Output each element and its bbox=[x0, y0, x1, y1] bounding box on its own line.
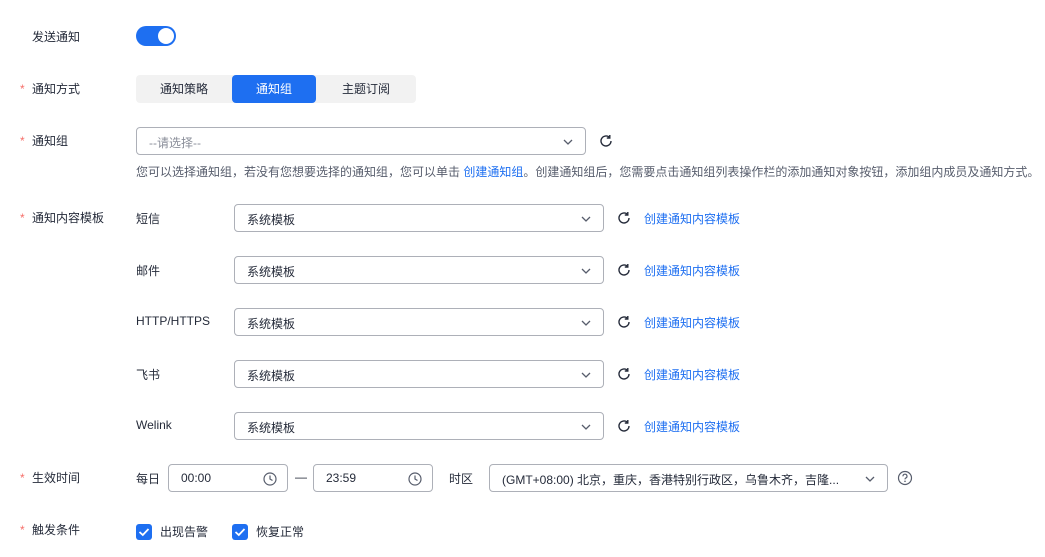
template-select-email[interactable]: 系统模板 bbox=[234, 256, 604, 284]
required-mark: * bbox=[20, 211, 25, 225]
required-mark: * bbox=[20, 523, 25, 537]
timezone-select[interactable]: (GMT+08:00) 北京，重庆，香港特别行政区，乌鲁木齐，吉隆... bbox=[489, 464, 888, 492]
refresh-icon[interactable] bbox=[616, 418, 632, 434]
notify-method-tabs: 通知策略 通知组 主题订阅 bbox=[136, 75, 416, 103]
tab-notify-policy[interactable]: 通知策略 bbox=[136, 75, 232, 103]
checkbox-checked bbox=[232, 523, 248, 540]
select-value: 系统模板 bbox=[247, 421, 296, 435]
checkbox-label: 出现告警 bbox=[160, 525, 209, 539]
select-value: 系统模板 bbox=[247, 265, 296, 279]
trigger-condition-label: * 触发条件 bbox=[20, 523, 81, 537]
create-template-link-feishu[interactable]: 创建通知内容模板 bbox=[644, 366, 740, 383]
channel-label-http: HTTP/HTTPS bbox=[136, 314, 210, 328]
template-select-sms[interactable]: 系统模板 bbox=[234, 204, 604, 232]
chevron-down-icon bbox=[581, 424, 591, 430]
channel-label-welink: Welink bbox=[136, 418, 172, 432]
required-mark: * bbox=[20, 134, 25, 148]
refresh-icon[interactable] bbox=[598, 133, 614, 149]
template-select-http[interactable]: 系统模板 bbox=[234, 308, 604, 336]
notify-group-label: * 通知组 bbox=[20, 134, 69, 148]
create-notify-group-link[interactable]: 创建通知组 bbox=[463, 165, 523, 179]
end-time-picker[interactable]: 23:59 bbox=[313, 464, 433, 492]
channel-label-email: 邮件 bbox=[136, 264, 161, 278]
start-time-picker[interactable]: 00:00 bbox=[168, 464, 288, 492]
clock-icon bbox=[408, 472, 422, 486]
required-mark: * bbox=[20, 471, 25, 485]
chevron-down-icon bbox=[865, 476, 875, 482]
channel-label-sms: 短信 bbox=[136, 212, 161, 226]
check-icon bbox=[138, 527, 150, 536]
chevron-down-icon bbox=[581, 372, 591, 378]
switch-knob bbox=[158, 28, 174, 44]
create-template-link-http[interactable]: 创建通知内容模板 bbox=[644, 314, 740, 331]
timezone-label: 时区 bbox=[449, 472, 474, 486]
create-template-link-sms[interactable]: 创建通知内容模板 bbox=[644, 210, 740, 227]
time-range-dash: — bbox=[295, 470, 307, 484]
chevron-down-icon bbox=[563, 139, 573, 145]
clock-icon bbox=[263, 472, 277, 486]
refresh-icon[interactable] bbox=[616, 314, 632, 330]
refresh-icon[interactable] bbox=[616, 366, 632, 382]
select-value: 系统模板 bbox=[247, 317, 296, 331]
channel-label-feishu: 飞书 bbox=[136, 368, 161, 382]
create-template-link-email[interactable]: 创建通知内容模板 bbox=[644, 262, 740, 279]
tab-notify-group[interactable]: 通知组 bbox=[232, 75, 316, 103]
start-time-value: 00:00 bbox=[181, 471, 212, 485]
trigger-alarm-checkbox[interactable]: 出现告警 bbox=[136, 523, 208, 540]
daily-label: 每日 bbox=[136, 472, 161, 486]
refresh-icon[interactable] bbox=[616, 210, 632, 226]
create-template-link-welink[interactable]: 创建通知内容模板 bbox=[644, 418, 740, 435]
end-time-value: 23:59 bbox=[326, 471, 357, 485]
select-value: 系统模板 bbox=[247, 213, 296, 227]
select-value: 系统模板 bbox=[247, 369, 296, 383]
select-placeholder: --请选择-- bbox=[149, 136, 201, 150]
content-template-label: * 通知内容模板 bbox=[20, 211, 105, 225]
trigger-recovery-checkbox[interactable]: 恢复正常 bbox=[232, 523, 304, 540]
chevron-down-icon bbox=[581, 268, 591, 274]
send-notify-label: 发送通知 bbox=[32, 30, 81, 44]
chevron-down-icon bbox=[581, 216, 591, 222]
notify-group-hint: 您可以选择通知组，若没有您想要选择的通知组，您可以单击 创建通知组。创建通知组后… bbox=[136, 165, 1040, 179]
refresh-icon[interactable] bbox=[616, 262, 632, 278]
effective-time-label: * 生效时间 bbox=[20, 471, 81, 485]
template-select-welink[interactable]: 系统模板 bbox=[234, 412, 604, 440]
checkbox-label: 恢复正常 bbox=[256, 525, 305, 539]
chevron-down-icon bbox=[581, 320, 591, 326]
send-notify-switch[interactable] bbox=[136, 26, 176, 46]
required-mark: * bbox=[20, 82, 25, 96]
template-select-feishu[interactable]: 系统模板 bbox=[234, 360, 604, 388]
timezone-value: (GMT+08:00) 北京，重庆，香港特别行政区，乌鲁木齐，吉隆... bbox=[502, 473, 840, 487]
tab-topic-subscription[interactable]: 主题订阅 bbox=[316, 75, 416, 103]
notify-group-select[interactable]: --请选择-- bbox=[136, 127, 586, 155]
help-icon[interactable] bbox=[897, 470, 913, 486]
notify-method-label: * 通知方式 bbox=[20, 82, 81, 96]
check-icon bbox=[234, 527, 246, 536]
checkbox-checked bbox=[136, 523, 152, 540]
